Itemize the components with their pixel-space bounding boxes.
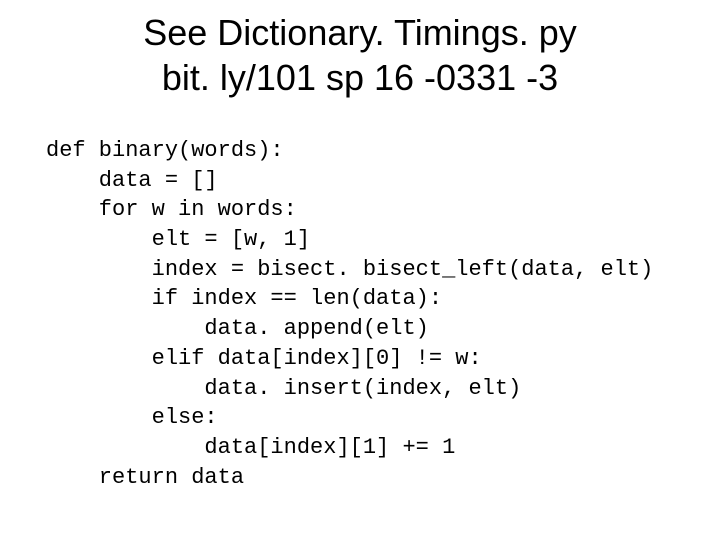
title-line-1: See Dictionary. Timings. py xyxy=(0,10,720,55)
code-block: def binary(words): data = [] for w in wo… xyxy=(0,100,720,492)
title-line-2: bit. ly/101 sp 16 -0331 -3 xyxy=(0,55,720,100)
slide: See Dictionary. Timings. py bit. ly/101 … xyxy=(0,0,720,540)
slide-title: See Dictionary. Timings. py bit. ly/101 … xyxy=(0,10,720,100)
